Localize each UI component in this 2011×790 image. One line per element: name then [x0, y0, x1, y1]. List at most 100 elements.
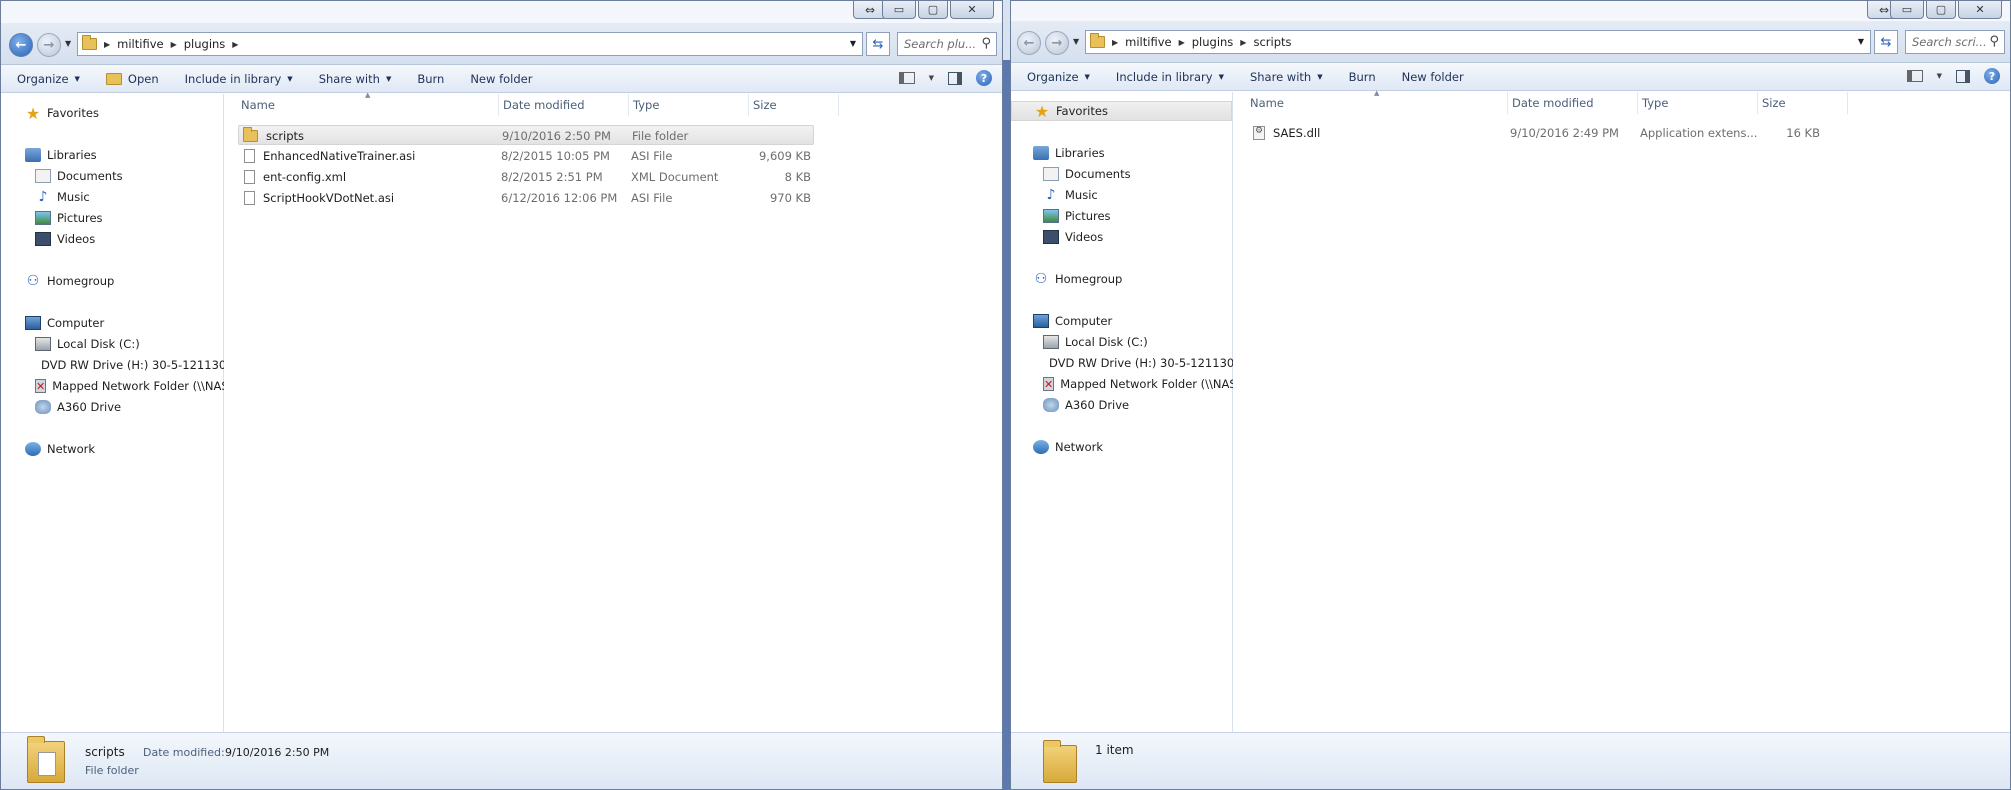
- organize-button[interactable]: Organize ▼: [17, 72, 80, 86]
- nav-a360-drive[interactable]: A360 Drive: [1043, 396, 1233, 414]
- forward-button[interactable]: →: [1045, 31, 1069, 55]
- nav-local-disk[interactable]: Local Disk (C:): [1043, 333, 1233, 351]
- minimize-button[interactable]: ▭: [882, 1, 916, 19]
- nav-homegroup[interactable]: ⚇ Homegroup: [1033, 270, 1123, 288]
- refresh-button[interactable]: ⇆: [1874, 30, 1898, 54]
- nav-mapped-network-folder[interactable]: ✕ Mapped Network Folder (\\NAS: [35, 377, 224, 395]
- close-button[interactable]: ✕: [950, 1, 994, 19]
- breadcrumb-arrow-icon[interactable]: ▶: [171, 40, 177, 49]
- column-label: Name: [1250, 96, 1284, 110]
- nav-music[interactable]: ♪ Music: [1043, 186, 1098, 204]
- share-with-button[interactable]: Share with ▼: [1250, 70, 1323, 84]
- file-size: 8 KB: [784, 170, 811, 184]
- address-dropdown-icon[interactable]: ▼: [850, 39, 856, 48]
- chevron-down-icon[interactable]: ▼: [1937, 72, 1942, 80]
- organize-button[interactable]: Organize ▼: [1027, 70, 1090, 84]
- nav-dvd-drive[interactable]: DVD RW Drive (H:) 30-5-121130: [35, 356, 224, 374]
- libraries-icon: [1033, 146, 1049, 160]
- nav-mapped-network-folder[interactable]: ✕ Mapped Network Folder (\\NAS: [1043, 375, 1233, 393]
- nav-videos[interactable]: Videos: [35, 230, 95, 248]
- help-icon[interactable]: ?: [1984, 68, 2000, 84]
- recent-pages-chevron-icon[interactable]: ▼: [65, 39, 71, 48]
- include-in-library-button[interactable]: Include in library ▼: [185, 72, 293, 86]
- search-icon[interactable]: ⚲: [1989, 34, 1999, 49]
- table-row[interactable]: EnhancedNativeTrainer.asi 8/2/2015 10:05…: [238, 146, 814, 166]
- column-header-name[interactable]: ▲ Name: [1246, 89, 1508, 114]
- close-button[interactable]: ✕: [1958, 1, 2002, 19]
- breadcrumb-arrow-icon[interactable]: ▶: [1112, 38, 1118, 47]
- help-icon[interactable]: ?: [976, 70, 992, 86]
- homegroup-icon: ⚇: [26, 273, 40, 289]
- column-header-type[interactable]: Type: [629, 94, 749, 116]
- chevron-down-icon: ▼: [1317, 72, 1323, 81]
- back-button[interactable]: ←: [9, 33, 33, 57]
- minimize-button[interactable]: ▭: [1890, 1, 1924, 19]
- nav-label: Libraries: [1055, 146, 1105, 160]
- address-bar[interactable]: ▶ miltifive ▶ plugins ▶ ▼: [77, 32, 863, 56]
- address-bar[interactable]: ▶ miltifive ▶ plugins ▶ scripts ▼: [1085, 30, 1871, 54]
- back-button[interactable]: ←: [1017, 31, 1041, 55]
- table-row[interactable]: scripts 9/10/2016 2:50 PM File folder: [238, 125, 814, 145]
- column-header-size[interactable]: Size: [1758, 92, 1848, 114]
- column-header-type[interactable]: Type: [1638, 92, 1758, 114]
- burn-button[interactable]: Burn: [417, 72, 444, 86]
- preview-pane-icon[interactable]: [1956, 69, 1970, 83]
- breadcrumb-miltifive[interactable]: miltifive: [117, 37, 163, 51]
- title-bar[interactable]: ⇔ ▭ ▢ ✕: [1011, 1, 2010, 23]
- nav-local-disk[interactable]: Local Disk (C:): [35, 335, 224, 353]
- nav-documents[interactable]: Documents: [1043, 165, 1131, 183]
- new-folder-button[interactable]: New folder: [1402, 70, 1464, 84]
- breadcrumb-arrow-icon[interactable]: ▶: [232, 40, 238, 49]
- open-button[interactable]: Open: [105, 72, 159, 86]
- breadcrumb-plugins[interactable]: plugins: [1192, 35, 1234, 49]
- new-folder-button[interactable]: New folder: [470, 72, 532, 86]
- nav-dvd-drive[interactable]: DVD RW Drive (H:) 30-5-121130: [1043, 354, 1233, 372]
- nav-a360-drive[interactable]: A360 Drive: [35, 398, 224, 416]
- column-header-name[interactable]: ▲ Name: [237, 91, 499, 116]
- nav-pictures[interactable]: Pictures: [1043, 207, 1111, 225]
- breadcrumb-miltifive[interactable]: miltifive: [1125, 35, 1171, 49]
- nav-favorites[interactable]: ★ Favorites: [25, 104, 99, 123]
- nav-favorites[interactable]: ★ Favorites: [1011, 101, 1232, 121]
- recent-pages-chevron-icon[interactable]: ▼: [1073, 37, 1079, 46]
- nav-documents[interactable]: Documents: [35, 167, 123, 185]
- breadcrumb-arrow-icon[interactable]: ▶: [1240, 38, 1246, 47]
- column-header-date[interactable]: Date modified: [1508, 92, 1638, 114]
- chevron-down-icon[interactable]: ▼: [929, 74, 934, 82]
- preview-pane-icon[interactable]: [948, 71, 962, 85]
- breadcrumb-scripts[interactable]: scripts: [1253, 35, 1291, 49]
- breadcrumb-plugins[interactable]: plugins: [184, 37, 226, 51]
- forward-button[interactable]: →: [37, 33, 61, 57]
- change-view-icon[interactable]: [898, 72, 915, 84]
- search-input[interactable]: Search scri... ⚲: [1905, 30, 2005, 54]
- change-view-icon[interactable]: [1906, 70, 1923, 82]
- nav-libraries[interactable]: Libraries: [25, 146, 97, 164]
- nav-videos[interactable]: Videos: [1043, 228, 1103, 246]
- table-row[interactable]: ScriptHookVDotNet.asi 6/12/2016 12:06 PM…: [238, 188, 814, 208]
- breadcrumb-arrow-icon[interactable]: ▶: [1179, 38, 1185, 47]
- maximize-button[interactable]: ▢: [1926, 1, 1956, 19]
- title-bar[interactable]: ⇔ ▭ ▢ ✕: [1, 1, 1002, 23]
- table-row[interactable]: SAES.dll 9/10/2016 2:49 PM Application e…: [1247, 123, 1823, 143]
- search-input[interactable]: Search plu... ⚲: [897, 32, 997, 56]
- nav-label: Pictures: [57, 211, 103, 225]
- nav-network[interactable]: Network: [25, 440, 95, 458]
- nav-homegroup[interactable]: ⚇ Homegroup: [25, 272, 115, 290]
- nav-pictures[interactable]: Pictures: [35, 209, 103, 227]
- search-icon[interactable]: ⚲: [981, 36, 991, 51]
- maximize-button[interactable]: ▢: [918, 1, 948, 19]
- nav-computer[interactable]: Computer: [25, 314, 104, 332]
- nav-network[interactable]: Network: [1033, 438, 1103, 456]
- breadcrumb-arrow-icon[interactable]: ▶: [104, 40, 110, 49]
- refresh-button[interactable]: ⇆: [866, 32, 890, 56]
- table-row[interactable]: ent-config.xml 8/2/2015 2:51 PM XML Docu…: [238, 167, 814, 187]
- column-header-size[interactable]: Size: [749, 94, 839, 116]
- address-dropdown-icon[interactable]: ▼: [1858, 37, 1864, 46]
- column-header-date[interactable]: Date modified: [499, 94, 629, 116]
- share-with-button[interactable]: Share with ▼: [319, 72, 392, 86]
- nav-computer[interactable]: Computer: [1033, 312, 1112, 330]
- nav-music[interactable]: ♪ Music: [35, 188, 90, 206]
- nav-libraries[interactable]: Libraries: [1033, 144, 1105, 162]
- include-in-library-button[interactable]: Include in library ▼: [1116, 70, 1224, 84]
- burn-button[interactable]: Burn: [1349, 70, 1376, 84]
